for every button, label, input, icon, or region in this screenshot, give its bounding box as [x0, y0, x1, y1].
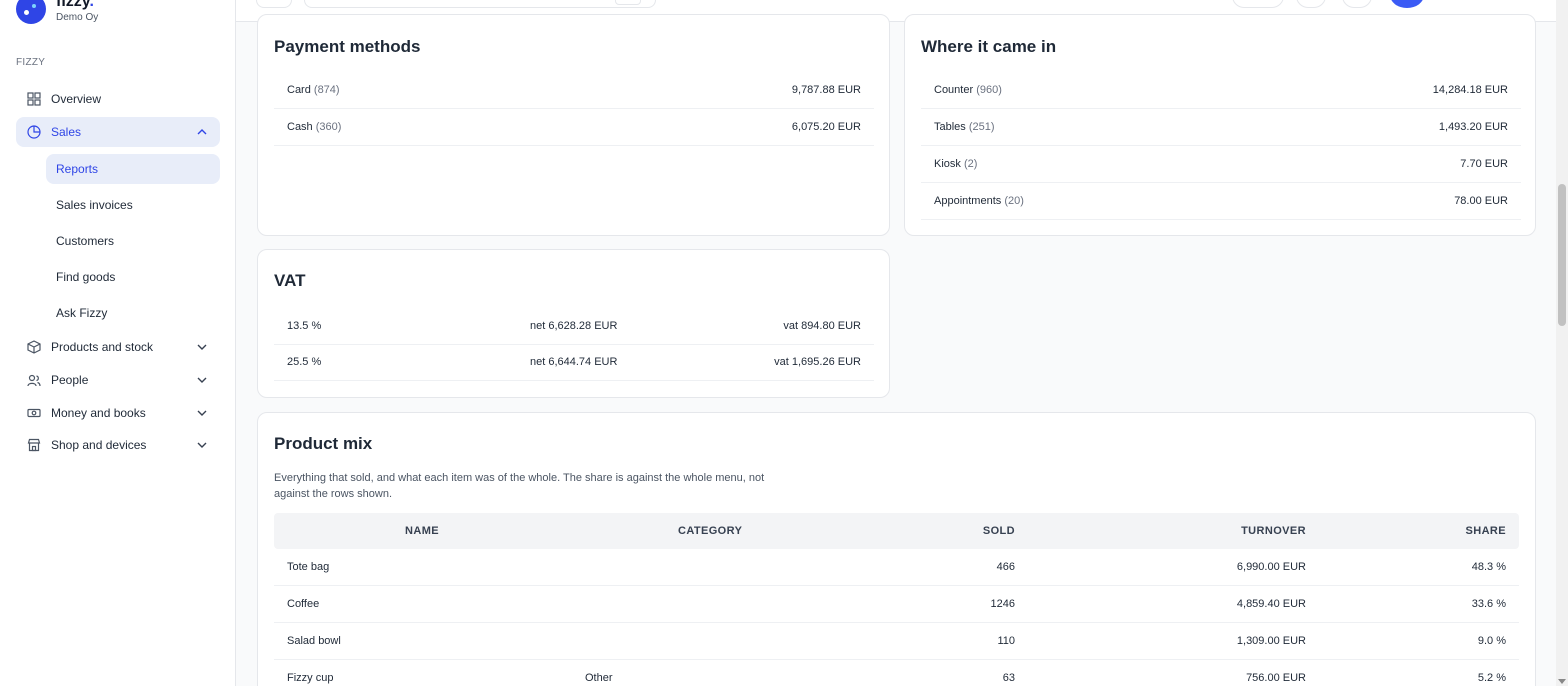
sidebar-item-overview[interactable]: Overview	[16, 84, 220, 114]
shortcut-hint	[615, 0, 641, 5]
sidebar-item-people[interactable]: People	[16, 365, 220, 395]
sidebar-subitem-reports[interactable]: Reports	[46, 154, 220, 184]
sidebar-item-products-and-stock[interactable]: Products and stock	[16, 332, 220, 362]
list-item: Counter (960) 14,284.18 EUR	[921, 72, 1521, 109]
avatar[interactable]	[1390, 0, 1424, 8]
sidebar-subitem-find-goods[interactable]: Find goods	[46, 262, 220, 292]
sidebar-subitem-ask-fizzy[interactable]: Ask Fizzy	[46, 298, 220, 328]
search-input[interactable]	[304, 0, 656, 8]
sidebar-item-label: Sales	[51, 125, 82, 139]
card-title: Payment methods	[274, 37, 421, 56]
vat-card: VAT 13.5 % net 6,628.28 EUR vat 894.80 E…	[257, 249, 890, 398]
sidebar-subitem-label: Sales invoices	[56, 198, 133, 212]
card-title: Product mix	[274, 434, 373, 453]
grid-icon	[26, 92, 41, 107]
sidebar-subitem-customers[interactable]: Customers	[46, 226, 220, 256]
table-row[interactable]: Fizzy cup Other 63 756.00 EUR 5.2 %	[274, 660, 1519, 686]
box-icon	[26, 340, 41, 355]
list-item: Card (874) 9,787.88 EUR	[274, 72, 874, 109]
sidebar-item-label: Shop and devices	[51, 438, 147, 452]
sidebar-item-label: Overview	[51, 92, 102, 106]
column-header-turnover[interactable]: TURNOVER	[1241, 525, 1306, 537]
pie-chart-icon	[26, 125, 41, 140]
company-name: Demo Oy	[56, 12, 99, 23]
column-header-category[interactable]: CATEGORY	[678, 525, 742, 537]
where-it-came-in-card: Where it came in Counter (960) 14,284.18…	[904, 14, 1536, 236]
sidebar-subitem-label: Reports	[56, 162, 99, 176]
product-mix-card: Product mix Everything that sold, and wh…	[257, 412, 1536, 686]
store-icon	[26, 438, 41, 453]
sidebar-subitem-label: Customers	[56, 234, 115, 248]
chevron-down-icon	[197, 442, 207, 448]
table-row[interactable]: Salad bowl 110 1,309.00 EUR 9.0 %	[274, 623, 1519, 660]
payment-methods-card: Payment methods Card (874) 9,787.88 EUR …	[257, 14, 890, 236]
topbar-icon-button[interactable]	[1342, 0, 1372, 8]
scroll-down-arrow-icon[interactable]	[1558, 679, 1566, 684]
card-title: Where it came in	[921, 37, 1057, 56]
sidebar-item-sales[interactable]: Sales	[16, 117, 220, 147]
chevron-up-icon	[197, 129, 207, 135]
column-header-name[interactable]: NAME	[405, 525, 439, 537]
chevron-down-icon	[197, 410, 207, 416]
card-description: Everything that sold, and what each item…	[274, 472, 765, 500]
fizzy-logo-icon	[16, 0, 46, 24]
sidebar-item-label: Products and stock	[51, 340, 154, 354]
table-header: NAME CATEGORY SOLD TURNOVER SHARE	[274, 513, 1519, 549]
back-button[interactable]	[256, 0, 292, 8]
vertical-scrollbar[interactable]	[1556, 0, 1568, 686]
chevron-down-icon	[197, 344, 207, 350]
card-title: VAT	[274, 271, 306, 290]
list-item: 13.5 % net 6,628.28 EUR vat 894.80 EUR	[274, 308, 874, 345]
sidebar: fizzy. Demo Oy FIZZY Overview Sales Repo…	[0, 0, 236, 686]
list-item: Tables (251) 1,493.20 EUR	[921, 109, 1521, 146]
sidebar-subitem-label: Find goods	[56, 270, 116, 284]
sidebar-item-shop-and-devices[interactable]: Shop and devices	[16, 430, 220, 460]
chevron-down-icon	[197, 377, 207, 383]
table-row[interactable]: Coffee 1246 4,859.40 EUR 33.6 %	[274, 586, 1519, 623]
sidebar-subitem-label: Ask Fizzy	[56, 306, 108, 320]
brand-name: fizzy.	[56, 0, 94, 10]
topbar-icon-button[interactable]	[1296, 0, 1326, 8]
sidebar-item-label: People	[51, 373, 89, 387]
sidebar-item-label: Money and books	[51, 406, 146, 420]
list-item: Appointments (20) 78.00 EUR	[921, 183, 1521, 220]
banknote-icon	[26, 406, 41, 421]
table-row[interactable]: Tote bag 466 6,990.00 EUR 48.3 %	[274, 549, 1519, 586]
scrollbar-thumb[interactable]	[1558, 184, 1566, 326]
brand[interactable]: fizzy. Demo Oy	[16, 0, 98, 30]
sidebar-section-label: FIZZY	[16, 57, 46, 68]
sidebar-subitem-sales-invoices[interactable]: Sales invoices	[46, 190, 220, 220]
topbar-button[interactable]	[1232, 0, 1284, 8]
list-item: 25.5 % net 6,644.74 EUR vat 1,695.26 EUR	[274, 344, 874, 381]
people-icon	[26, 373, 41, 388]
column-header-share[interactable]: SHARE	[1465, 525, 1506, 537]
column-header-sold[interactable]: SOLD	[983, 525, 1015, 537]
list-item: Kiosk (2) 7.70 EUR	[921, 146, 1521, 183]
sidebar-item-money-and-books[interactable]: Money and books	[16, 398, 220, 428]
list-item: Cash (360) 6,075.20 EUR	[274, 109, 874, 146]
